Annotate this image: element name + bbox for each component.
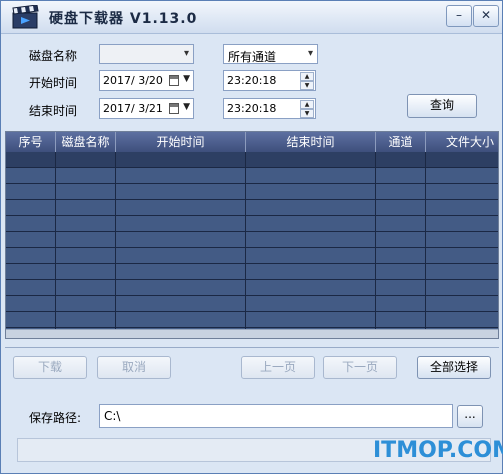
disk-select[interactable]: ▾ xyxy=(99,44,194,64)
start-time-label: 开始时间 xyxy=(29,76,78,90)
disk-name-label: 磁盘名称 xyxy=(29,49,78,63)
column-divider xyxy=(245,152,246,332)
start-date-picker[interactable]: 2017/ 3/20 ▼ xyxy=(99,70,194,91)
column-header[interactable]: 序号 xyxy=(6,132,56,152)
minimize-button[interactable]: – xyxy=(446,5,472,27)
close-button[interactable]: ✕ xyxy=(473,5,499,27)
column-header[interactable]: 通道 xyxy=(376,132,426,152)
start-date-value: 2017/ 3/20 xyxy=(103,74,163,87)
chevron-down-icon[interactable]: ▼ xyxy=(183,74,190,84)
column-divider xyxy=(425,152,426,332)
end-date-value: 2017/ 3/21 xyxy=(103,102,163,115)
chevron-down-icon[interactable]: ▼ xyxy=(183,102,190,112)
app-window: 硬盘下载器 V1.13.0 – ✕ 磁盘名称 ▾ 所有通道 ▾ 开始时间 201… xyxy=(0,0,503,474)
start-time-spinner[interactable]: 23:20:18 ▲ ▼ xyxy=(223,70,316,91)
spin-down-icon[interactable]: ▼ xyxy=(300,109,314,118)
save-path-input[interactable]: C:\ xyxy=(99,404,453,428)
next-page-button[interactable]: 下一页 xyxy=(323,356,397,379)
calendar-icon[interactable] xyxy=(169,75,179,86)
table-header: 序号 磁盘名称 开始时间 结束时间 通道 文件大小 xyxy=(6,132,498,152)
column-divider xyxy=(375,152,376,332)
chevron-down-icon: ▾ xyxy=(183,48,189,59)
channel-select[interactable]: 所有通道 ▾ xyxy=(223,44,318,64)
calendar-icon[interactable] xyxy=(169,103,179,114)
prev-page-button[interactable]: 上一页 xyxy=(241,356,315,379)
column-header[interactable]: 文件大小 xyxy=(426,132,498,152)
divider xyxy=(5,347,499,348)
query-button[interactable]: 查询 xyxy=(407,94,477,118)
save-path-value: C:\ xyxy=(104,409,121,423)
end-time-value: 23:20:18 xyxy=(227,102,277,115)
browse-button[interactable]: ... xyxy=(457,405,483,428)
download-button[interactable]: 下载 xyxy=(13,356,87,379)
horizontal-scrollbar[interactable] xyxy=(6,329,498,338)
clapperboard-icon xyxy=(12,5,39,29)
save-path-label: 保存路径: xyxy=(29,411,82,425)
results-table[interactable]: 序号 磁盘名称 开始时间 结束时间 通道 文件大小 xyxy=(5,131,499,339)
channel-select-value: 所有通道 xyxy=(228,50,277,64)
chevron-down-icon: ▾ xyxy=(307,48,313,59)
end-time-spinner[interactable]: 23:20:18 ▲ ▼ xyxy=(223,98,316,119)
watermark: ITMOP.COM xyxy=(373,438,503,463)
window-title: 硬盘下载器 V1.13.0 xyxy=(49,11,198,27)
column-header[interactable]: 磁盘名称 xyxy=(56,132,116,152)
select-all-button[interactable]: 全部选择 xyxy=(417,356,491,379)
title-bar: 硬盘下载器 V1.13.0 – ✕ xyxy=(1,1,502,34)
start-time-value: 23:20:18 xyxy=(227,74,277,87)
end-time-label: 结束时间 xyxy=(29,104,78,118)
cancel-button[interactable]: 取消 xyxy=(97,356,171,379)
column-header[interactable]: 结束时间 xyxy=(246,132,376,152)
spin-down-icon[interactable]: ▼ xyxy=(300,81,314,90)
spin-up-icon[interactable]: ▲ xyxy=(300,100,314,109)
column-divider xyxy=(55,152,56,332)
end-date-picker[interactable]: 2017/ 3/21 ▼ xyxy=(99,98,194,119)
spin-up-icon[interactable]: ▲ xyxy=(300,72,314,81)
column-header[interactable]: 开始时间 xyxy=(116,132,246,152)
column-divider xyxy=(115,152,116,332)
